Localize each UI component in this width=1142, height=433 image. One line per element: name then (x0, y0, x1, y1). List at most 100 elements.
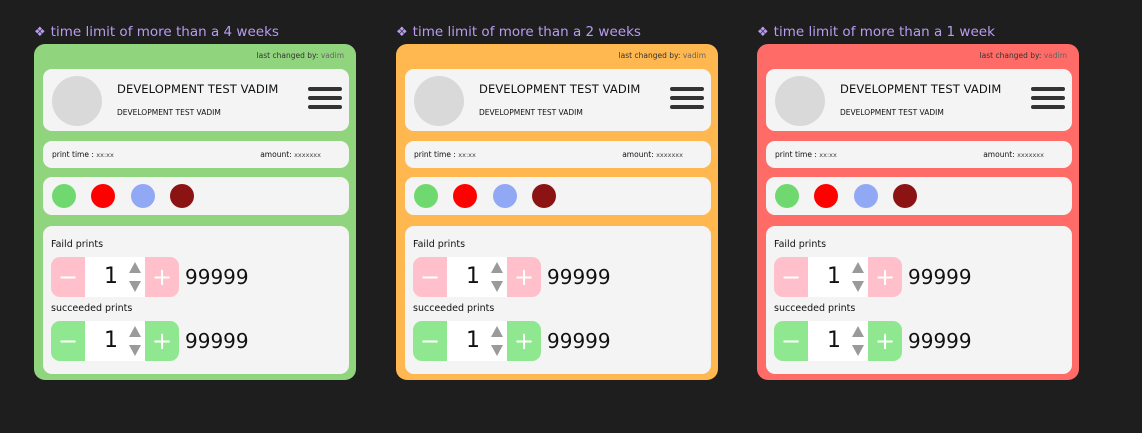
print-time: print time : xx:xx (414, 150, 476, 159)
arrow-up-icon[interactable] (491, 262, 503, 273)
amount: amount: xxxxxxx (983, 150, 1044, 159)
failed-stepper-value: 1 (827, 264, 841, 289)
failed-total: 99999 (185, 265, 249, 289)
succeeded-prints-label: succeeded prints (51, 303, 133, 314)
print-time-value: xx:xx (96, 151, 114, 159)
arrow-up-icon[interactable] (491, 326, 503, 337)
component-diamond-icon: ❖ (396, 25, 408, 40)
print-time: print time : xx:xx (52, 150, 114, 159)
arrow-up-icon[interactable] (852, 262, 864, 273)
frame-title-text: time limit of more than a 2 weeks (412, 24, 641, 40)
failed-prints-row: − 1 + 99999 (774, 257, 972, 297)
amount-value: xxxxxxx (1017, 151, 1044, 159)
failed-plus-button[interactable]: + (868, 257, 902, 297)
amount-label: amount: (983, 150, 1015, 159)
failed-minus-button[interactable]: − (51, 257, 85, 297)
print-time-value: xx:xx (819, 151, 837, 159)
frame-title-text: time limit of more than a 4 weeks (50, 24, 279, 40)
succeeded-prints-row: − 1 + 99999 (774, 321, 972, 361)
succeeded-quantity-stepper[interactable]: 1 (85, 321, 145, 361)
print-card[interactable]: last changed by: vadim DEVELOPMENT TEST … (396, 44, 718, 380)
prints-panel: Faild prints − 1 + 99999 succeeded print… (405, 226, 711, 374)
arrow-down-icon[interactable] (129, 281, 141, 292)
succeeded-plus-button[interactable]: + (145, 321, 179, 361)
print-time-label: print time : (775, 150, 817, 159)
failed-minus-button[interactable]: − (413, 257, 447, 297)
card-title: DEVELOPMENT TEST VADIM (840, 82, 1002, 96)
color-dot-blue[interactable] (493, 184, 517, 208)
avatar (775, 76, 825, 126)
last-changed-label: last changed by: (979, 51, 1042, 60)
arrow-down-icon[interactable] (491, 345, 503, 356)
print-time-label: print time : (414, 150, 456, 159)
print-card[interactable]: last changed by: vadim DEVELOPMENT TEST … (34, 44, 356, 380)
failed-minus-button[interactable]: − (774, 257, 808, 297)
info-panel: print time : xx:xx amount: xxxxxxx (43, 141, 349, 168)
succeeded-quantity-stepper[interactable]: 1 (808, 321, 868, 361)
color-dot-red[interactable] (453, 184, 477, 208)
frame-title: ❖ time limit of more than a 4 weeks (34, 24, 356, 41)
failed-total: 99999 (547, 265, 611, 289)
frame-title: ❖ time limit of more than a 2 weeks (396, 24, 718, 41)
arrow-down-icon[interactable] (852, 281, 864, 292)
last-changed-label: last changed by: (618, 51, 681, 60)
color-dot-red[interactable] (91, 184, 115, 208)
color-dot-blue[interactable] (854, 184, 878, 208)
color-panel (766, 177, 1072, 215)
color-dot-green[interactable] (775, 184, 799, 208)
hamburger-menu-icon[interactable] (1031, 87, 1065, 113)
failed-prints-row: − 1 + 99999 (51, 257, 249, 297)
arrow-down-icon[interactable] (129, 345, 141, 356)
last-changed: last changed by: vadim (619, 51, 706, 60)
succeeded-minus-button[interactable]: − (413, 321, 447, 361)
succeeded-minus-button[interactable]: − (51, 321, 85, 361)
succeeded-stepper-value: 1 (466, 328, 480, 353)
last-changed-user: vadim (320, 51, 344, 60)
succeeded-prints-label: succeeded prints (774, 303, 856, 314)
hamburger-menu-icon[interactable] (670, 87, 704, 113)
amount-value: xxxxxxx (656, 151, 683, 159)
prints-panel: Faild prints − 1 + 99999 succeeded print… (766, 226, 1072, 374)
hamburger-menu-icon[interactable] (308, 87, 342, 113)
color-dot-darkred[interactable] (532, 184, 556, 208)
failed-plus-button[interactable]: + (145, 257, 179, 297)
color-panel (405, 177, 711, 215)
card-subtitle: DEVELOPMENT TEST VADIM (840, 108, 944, 117)
color-dot-darkred[interactable] (893, 184, 917, 208)
color-dot-green[interactable] (414, 184, 438, 208)
color-panel (43, 177, 349, 215)
info-panel: print time : xx:xx amount: xxxxxxx (405, 141, 711, 168)
color-dot-red[interactable] (814, 184, 838, 208)
amount-label: amount: (622, 150, 654, 159)
failed-stepper-value: 1 (466, 264, 480, 289)
succeeded-stepper-value: 1 (104, 328, 118, 353)
card-subtitle: DEVELOPMENT TEST VADIM (479, 108, 583, 117)
card-title: DEVELOPMENT TEST VADIM (117, 82, 279, 96)
arrow-down-icon[interactable] (491, 281, 503, 292)
failed-plus-button[interactable]: + (507, 257, 541, 297)
succeeded-minus-button[interactable]: − (774, 321, 808, 361)
prints-panel: Faild prints − 1 + 99999 succeeded print… (43, 226, 349, 374)
failed-quantity-stepper[interactable]: 1 (447, 257, 507, 297)
succeeded-plus-button[interactable]: + (507, 321, 541, 361)
arrow-down-icon[interactable] (852, 345, 864, 356)
succeeded-quantity-stepper[interactable]: 1 (447, 321, 507, 361)
succeeded-stepper-value: 1 (827, 328, 841, 353)
arrow-up-icon[interactable] (129, 262, 141, 273)
color-dot-darkred[interactable] (170, 184, 194, 208)
succeeded-plus-button[interactable]: + (868, 321, 902, 361)
arrow-up-icon[interactable] (129, 326, 141, 337)
frame-title-text: time limit of more than a 1 week (773, 24, 995, 40)
amount-label: amount: (260, 150, 292, 159)
last-changed-user: vadim (682, 51, 706, 60)
arrow-up-icon[interactable] (852, 326, 864, 337)
info-panel: print time : xx:xx amount: xxxxxxx (766, 141, 1072, 168)
succeeded-prints-row: − 1 + 99999 (413, 321, 611, 361)
failed-quantity-stepper[interactable]: 1 (85, 257, 145, 297)
print-card[interactable]: last changed by: vadim DEVELOPMENT TEST … (757, 44, 1079, 380)
failed-stepper-value: 1 (104, 264, 118, 289)
failed-quantity-stepper[interactable]: 1 (808, 257, 868, 297)
last-changed-label: last changed by: (256, 51, 319, 60)
color-dot-green[interactable] (52, 184, 76, 208)
color-dot-blue[interactable] (131, 184, 155, 208)
